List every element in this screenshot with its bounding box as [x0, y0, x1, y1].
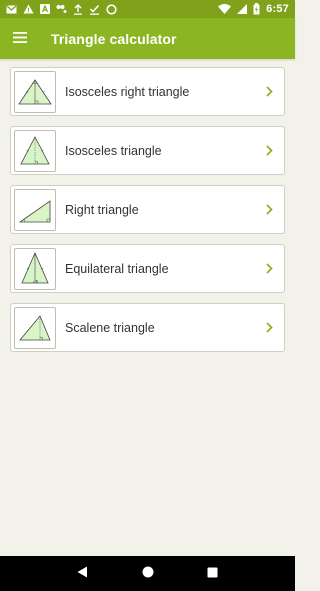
- wifi-icon: [218, 3, 232, 15]
- list-item-label: Right triangle: [65, 202, 139, 217]
- check-download-icon: [89, 3, 100, 15]
- alert-icon: [23, 3, 34, 15]
- status-system: 6:57: [218, 3, 289, 15]
- chevron-right-icon: [260, 318, 278, 338]
- list-item-isosceles-right-triangle[interactable]: Isosceles right triangle: [10, 67, 285, 116]
- list-item-label: Isosceles right triangle: [65, 84, 190, 99]
- share-dots-icon: [56, 3, 67, 15]
- home-icon: [142, 565, 154, 583]
- equilateral-triangle-icon: [14, 247, 56, 290]
- status-time: 6:57: [266, 3, 289, 15]
- a-icon: [40, 3, 50, 15]
- list-item-equilateral-triangle[interactable]: Equilateral triangle: [10, 244, 285, 293]
- chevron-right-icon: [260, 259, 278, 279]
- gmail-icon: [6, 3, 17, 15]
- isosceles-triangle-icon: [14, 129, 56, 172]
- list-item-label: Isosceles triangle: [65, 143, 162, 158]
- chevron-right-icon: [260, 200, 278, 220]
- list-item-right-triangle[interactable]: Right triangle: [10, 185, 285, 234]
- triangle-type-list: Isosceles right triangle Isosceles trian…: [10, 67, 285, 362]
- app-bar: Triangle calculator: [0, 18, 295, 59]
- isosceles-right-triangle-icon: [14, 70, 56, 113]
- circle-icon: [106, 3, 117, 15]
- home-button[interactable]: [136, 562, 160, 586]
- chevron-right-icon: [260, 141, 278, 161]
- status-bar: 6:57: [0, 0, 295, 18]
- list-item-label: Equilateral triangle: [65, 261, 169, 276]
- list-item-isosceles-triangle[interactable]: Isosceles triangle: [10, 126, 285, 175]
- battery-icon: [253, 3, 260, 15]
- back-icon: [77, 565, 88, 583]
- navigation-bar: [0, 556, 295, 591]
- recents-button[interactable]: [201, 562, 225, 586]
- app-title: Triangle calculator: [51, 30, 177, 47]
- recents-icon: [207, 565, 218, 583]
- menu-button[interactable]: [0, 18, 40, 59]
- upload-icon: [73, 3, 83, 15]
- list-item-scalene-triangle[interactable]: Scalene triangle: [10, 303, 285, 352]
- signal-icon: [237, 3, 248, 15]
- back-button[interactable]: [71, 562, 95, 586]
- hamburger-menu-icon: [13, 30, 27, 48]
- right-triangle-icon: [14, 188, 56, 231]
- scalene-triangle-icon: [14, 306, 56, 349]
- list-item-label: Scalene triangle: [65, 320, 155, 335]
- chevron-right-icon: [260, 82, 278, 102]
- status-notifications: [6, 3, 117, 15]
